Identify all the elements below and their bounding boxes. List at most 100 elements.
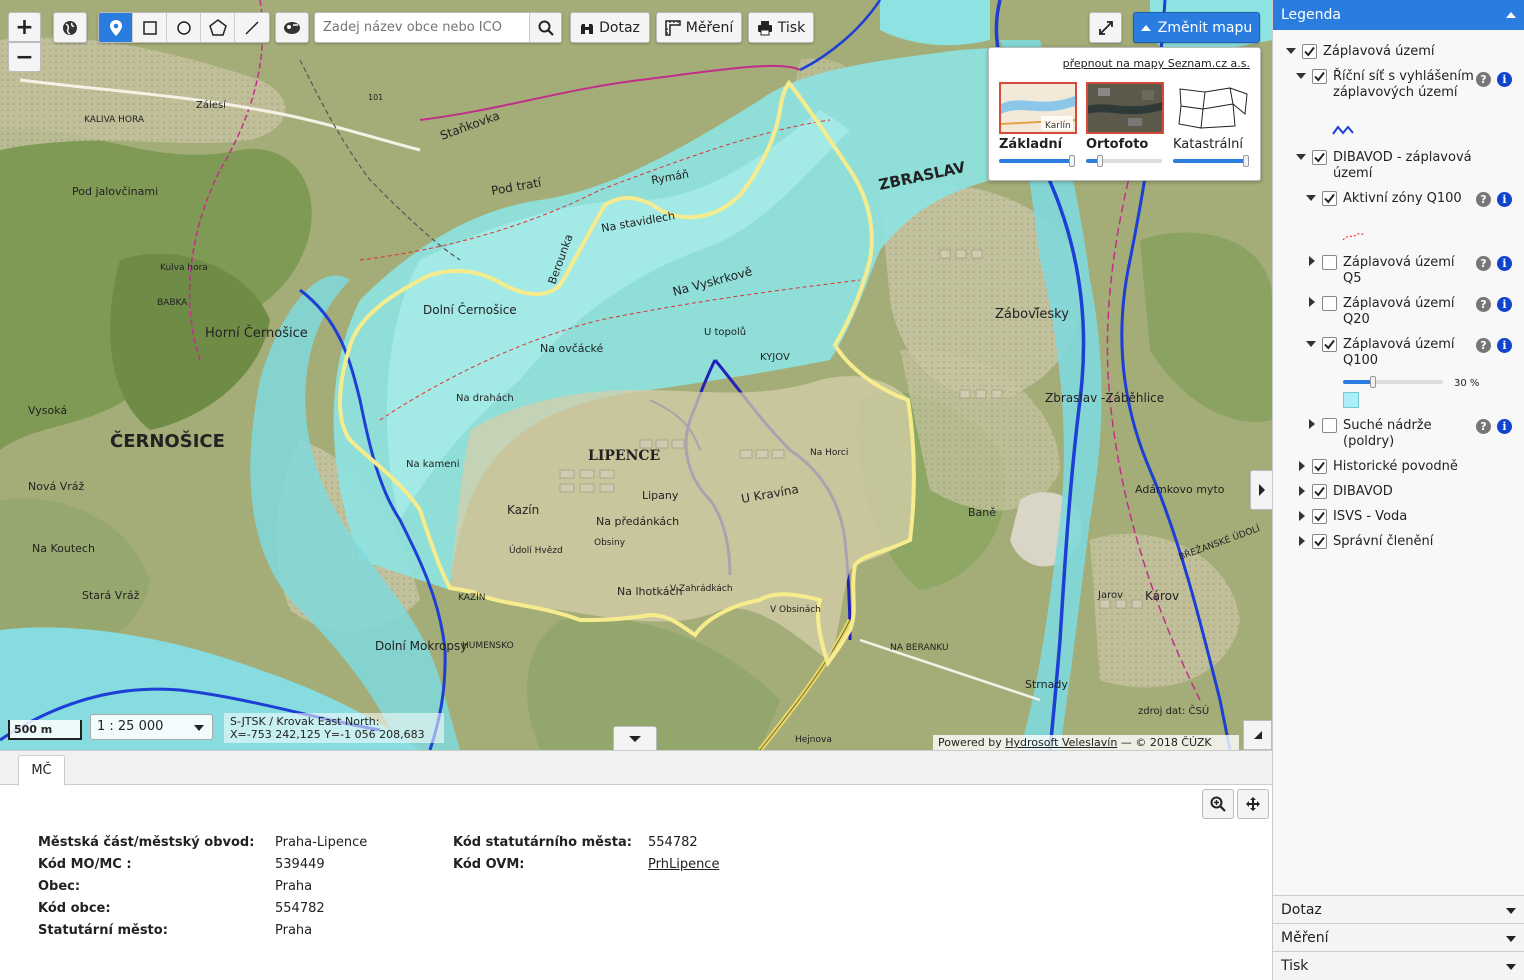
ovm-code-link[interactable]: PrhLipence bbox=[648, 857, 719, 872]
help-icon[interactable]: ? bbox=[1476, 297, 1491, 312]
legend-item-historicke-povodne: Historické povodně bbox=[1333, 459, 1458, 474]
accordion-query[interactable]: Dotaz bbox=[1273, 895, 1524, 923]
expand-toggle-icon[interactable] bbox=[1299, 536, 1305, 546]
info-icon[interactable]: i bbox=[1497, 192, 1512, 207]
expand-toggle-icon[interactable] bbox=[1299, 486, 1305, 496]
basemap-zakladni-thumbnail[interactable]: Karlín bbox=[999, 82, 1077, 134]
legend-item-isvs-voda: ISVS - Voda bbox=[1333, 509, 1408, 524]
help-icon[interactable]: ? bbox=[1476, 72, 1491, 87]
scale-select[interactable]: 1 : 25 000 bbox=[90, 714, 213, 740]
query-button[interactable]: Dotaz bbox=[570, 12, 650, 43]
search-input[interactable] bbox=[315, 13, 530, 42]
help-icon[interactable]: ? bbox=[1476, 338, 1491, 353]
info-icon[interactable]: i bbox=[1497, 419, 1512, 434]
layer-checkbox[interactable] bbox=[1322, 255, 1337, 270]
tab-mc[interactable]: MČ bbox=[18, 755, 65, 786]
accordion-print[interactable]: Tisk bbox=[1273, 951, 1524, 980]
seznam-switch-link[interactable]: přepnout na mapy Seznam.cz a.s. bbox=[1063, 57, 1250, 70]
basemap-ortofoto[interactable]: Ortofoto bbox=[1086, 82, 1164, 167]
layer-checkbox[interactable] bbox=[1312, 150, 1327, 165]
info-icon[interactable]: i bbox=[1497, 297, 1512, 312]
binoculars-icon bbox=[581, 23, 594, 34]
map-canvas[interactable]: ZBRASLAV ČERNOŠICE LIPENCE Horní Černoši… bbox=[0, 0, 1272, 750]
expand-toggle-icon[interactable] bbox=[1296, 154, 1306, 160]
info-icon[interactable]: i bbox=[1497, 338, 1512, 353]
info-value: 539449 bbox=[275, 856, 325, 872]
pan-to-feature-button[interactable] bbox=[1237, 789, 1269, 819]
layer-checkbox[interactable] bbox=[1302, 44, 1317, 59]
change-map-button[interactable]: Změnit mapu bbox=[1133, 12, 1260, 43]
basemap-katastralni-label: Katastrální bbox=[1173, 137, 1243, 152]
resize-corner-button[interactable] bbox=[1243, 720, 1272, 750]
q100-opacity-slider[interactable] bbox=[1343, 376, 1443, 388]
info-value: 554782 bbox=[275, 900, 325, 916]
zoom-in-button[interactable]: + bbox=[8, 12, 41, 42]
fullscreen-button[interactable] bbox=[1089, 12, 1122, 43]
map-label-lipany: Lipany bbox=[642, 489, 679, 502]
layer-checkbox[interactable] bbox=[1322, 296, 1337, 311]
layer-checkbox[interactable] bbox=[1312, 459, 1327, 474]
map-pin-icon bbox=[109, 19, 122, 36]
info-icon[interactable]: i bbox=[1497, 256, 1512, 271]
basemap-ortofoto-thumbnail[interactable] bbox=[1086, 82, 1164, 134]
clear-drawing-button[interactable] bbox=[275, 12, 309, 43]
layer-checkbox[interactable] bbox=[1312, 509, 1327, 524]
zoom-magnifier-icon bbox=[1210, 796, 1226, 812]
measure-button[interactable]: Měření bbox=[656, 12, 742, 43]
circle-tool[interactable] bbox=[167, 13, 201, 42]
collapse-legend-button[interactable] bbox=[1250, 470, 1272, 510]
basemap-ortofoto-opacity-slider[interactable] bbox=[1086, 155, 1164, 167]
print-button[interactable]: Tisk bbox=[748, 12, 814, 43]
expand-toggle-icon[interactable] bbox=[1296, 73, 1306, 79]
layer-checkbox[interactable] bbox=[1312, 534, 1327, 549]
basemap-katastralni-thumbnail[interactable] bbox=[1173, 82, 1251, 134]
coordinate-readout: S-JTSK / Krovak East North: X=-753 242,1… bbox=[224, 713, 444, 743]
expand-toggle-icon[interactable] bbox=[1299, 511, 1305, 521]
legend-header[interactable]: Legenda bbox=[1273, 0, 1524, 30]
rectangle-tool[interactable] bbox=[133, 13, 167, 42]
basemap-zakladni[interactable]: Karlín Základní bbox=[999, 82, 1077, 167]
caret-up-icon bbox=[1506, 12, 1516, 18]
layer-checkbox[interactable] bbox=[1312, 484, 1327, 499]
expand-toggle-icon[interactable] bbox=[1309, 297, 1315, 307]
layer-checkbox[interactable] bbox=[1322, 337, 1337, 352]
collapse-bottom-panel-button[interactable] bbox=[613, 726, 657, 750]
zoom-to-feature-button[interactable] bbox=[1202, 789, 1234, 819]
circle-icon bbox=[176, 20, 191, 35]
basemap-panel: přepnout na mapy Seznam.cz a.s. Karlín Z… bbox=[988, 47, 1261, 181]
attribution-link[interactable]: Hydrosoft Veleslavín bbox=[1005, 736, 1117, 749]
line-tool[interactable] bbox=[235, 13, 269, 42]
map-label-zalesi: Zálesí bbox=[196, 99, 227, 111]
polygon-tool[interactable] bbox=[201, 13, 235, 42]
layer-checkbox[interactable] bbox=[1322, 191, 1337, 206]
help-icon[interactable]: ? bbox=[1476, 419, 1491, 434]
info-key: Statutární město: bbox=[38, 922, 168, 938]
expand-toggle-icon[interactable] bbox=[1309, 256, 1315, 266]
basemap-zakladni-opacity-slider[interactable] bbox=[999, 155, 1077, 167]
expand-toggle-icon[interactable] bbox=[1286, 48, 1296, 54]
layer-checkbox[interactable] bbox=[1322, 418, 1337, 433]
map-label-stara-vraz: Stará Vráž bbox=[82, 589, 140, 602]
expand-toggle-icon[interactable] bbox=[1306, 195, 1316, 201]
globe-button[interactable] bbox=[53, 12, 87, 43]
search-button[interactable] bbox=[529, 13, 561, 42]
help-icon[interactable]: ? bbox=[1476, 256, 1491, 271]
accordion-measure[interactable]: Měření bbox=[1273, 923, 1524, 951]
zoom-out-button[interactable]: − bbox=[8, 42, 41, 72]
expand-toggle-icon[interactable] bbox=[1309, 419, 1315, 429]
help-icon[interactable]: ? bbox=[1476, 192, 1491, 207]
map-label-zabovresky: Záboví̌esky bbox=[995, 307, 1069, 322]
checkmark-icon bbox=[1314, 536, 1325, 547]
point-tool[interactable] bbox=[99, 13, 133, 42]
layer-checkbox[interactable] bbox=[1312, 69, 1327, 84]
info-value: Praha bbox=[275, 922, 313, 938]
expand-toggle-icon[interactable] bbox=[1306, 341, 1316, 347]
basemap-katastralni-opacity-slider[interactable] bbox=[1173, 155, 1251, 167]
map-label-kaliva-hora: KALIVA HORA bbox=[84, 115, 145, 125]
info-icon[interactable]: i bbox=[1497, 72, 1512, 87]
data-source-label: zdroj dat: ČSÚ bbox=[1138, 706, 1210, 717]
red-dashed-line-icon bbox=[1342, 232, 1366, 241]
basemap-katastralni[interactable]: Katastrální bbox=[1173, 82, 1251, 167]
slider-knob[interactable] bbox=[1370, 376, 1376, 388]
expand-toggle-icon[interactable] bbox=[1299, 461, 1305, 471]
